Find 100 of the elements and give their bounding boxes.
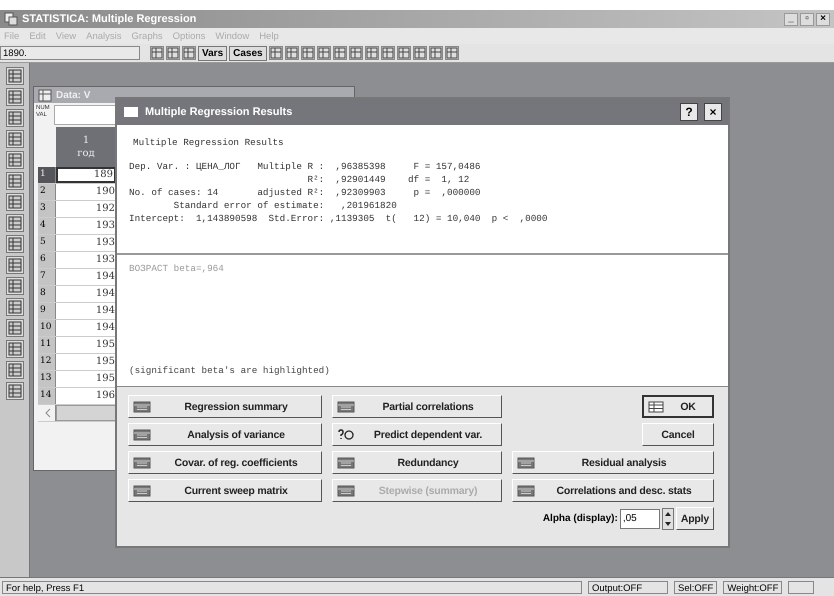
row-header[interactable]: 11 [38, 337, 56, 353]
table-cell: 196 [56, 388, 116, 404]
grid-icon[interactable] [332, 46, 347, 60]
row-header[interactable]: 2 [38, 184, 56, 200]
row-header[interactable]: 3 [38, 201, 56, 217]
grid-icon[interactable] [6, 67, 24, 85]
analysis-button[interactable]: Redundancy [332, 451, 502, 474]
table-cell: 194 [56, 286, 116, 302]
table-cell: 194 [56, 303, 116, 319]
window-icon [123, 106, 139, 118]
grid-icon[interactable] [6, 109, 24, 127]
results-line: Intercept: 1,143890598 Std.Error: ,1139305 t( 12) = 10,040 p < ,0000 [129, 212, 548, 225]
table-cell: 193 [56, 218, 116, 234]
row-header[interactable]: 8 [38, 286, 56, 302]
beta-note: (significant beta's are highlighted) [129, 365, 331, 376]
grid-icon[interactable] [6, 172, 24, 190]
alpha-field[interactable]: ,05 [620, 508, 660, 528]
beta-text: ВОЗРАСТ beta=,964 [129, 263, 225, 274]
grid-icon[interactable] [268, 46, 283, 60]
window-control-button[interactable]: _ [784, 12, 798, 26]
cancel-button[interactable]: Cancel [642, 423, 714, 446]
grid-icon[interactable] [6, 256, 24, 274]
analysis-button[interactable]: Correlations and desc. stats [512, 479, 714, 502]
grid-icon[interactable] [6, 151, 24, 169]
row-header[interactable]: 9 [38, 303, 56, 319]
column-header[interactable]: 1 год [56, 127, 116, 167]
status-panel: For help, Press F1 [2, 580, 582, 594]
cell-value-field[interactable]: 1890. [0, 46, 140, 60]
analysis-button[interactable]: Predict dependent var. [332, 423, 502, 446]
toolbar-button[interactable]: Vars [198, 46, 228, 60]
row-header[interactable]: 10 [38, 320, 56, 336]
row-header[interactable]: 14 [38, 388, 56, 404]
grid-icon[interactable] [6, 340, 24, 358]
grid-icon[interactable] [428, 46, 443, 60]
window-control-button[interactable]: × [816, 12, 830, 26]
scroll-left-icon[interactable] [44, 408, 52, 418]
grid-icon[interactable] [284, 46, 299, 60]
grid-icon[interactable] [316, 46, 331, 60]
results-line: R²: ,92901449 df = 1, 12 [306, 173, 470, 186]
grid-icon[interactable] [6, 88, 24, 106]
ok-button[interactable]: OK [642, 395, 714, 418]
window-control-button[interactable]: ▫ [800, 12, 814, 26]
spinner[interactable] [662, 508, 674, 530]
status-panel: Output:OFF [588, 580, 668, 594]
grid-icon[interactable] [166, 46, 180, 60]
analysis-button[interactable]: Analysis of variance [128, 423, 322, 446]
analysis-button[interactable]: Regression summary [128, 395, 322, 418]
table-cell: 195 [56, 354, 116, 370]
analysis-button[interactable]: Partial correlations [332, 395, 502, 418]
status-panel: Weight:OFF [723, 580, 782, 594]
row-header[interactable]: 12 [38, 354, 56, 370]
grid-icon[interactable] [6, 214, 24, 232]
results-line: Standard error of estimate: ,201961820 [172, 199, 398, 212]
row-header[interactable]: 4 [38, 218, 56, 234]
grid-icon[interactable] [364, 46, 379, 60]
results-line: Dep. Var. : ЦЕНА_ЛОГ Multiple R : ,96385398 F = 157,0486 [129, 160, 482, 173]
grid-icon[interactable] [380, 46, 395, 60]
grid-icon[interactable] [6, 235, 24, 253]
results-heading: Multiple Regression Results [133, 137, 285, 148]
status-panel [788, 580, 814, 594]
grid-icon[interactable] [6, 319, 24, 337]
grid-icon[interactable] [6, 277, 24, 295]
title-button[interactable]: ? [680, 103, 698, 121]
table-cell: 195 [56, 337, 116, 353]
table-icon [133, 456, 151, 468]
grid-icon[interactable] [396, 46, 411, 60]
analysis-button[interactable]: Current sweep matrix [128, 479, 322, 502]
title-button[interactable]: × [704, 103, 722, 121]
row-header[interactable]: 1 [38, 167, 56, 183]
table-icon [133, 428, 151, 440]
apply-button[interactable]: Apply [676, 507, 714, 530]
table-cell: 192 [56, 201, 116, 217]
grid-icon[interactable] [6, 382, 24, 400]
table-cell: 193 [56, 235, 116, 251]
table-icon [517, 484, 535, 496]
grid-icon[interactable] [6, 361, 24, 379]
row-header[interactable]: 6 [38, 252, 56, 268]
grid-icon[interactable] [6, 193, 24, 211]
grid-icon[interactable] [348, 46, 363, 60]
status-panel: Sel:OFF [674, 580, 718, 594]
grid-icon[interactable] [150, 46, 164, 60]
table-cell: 190 [56, 184, 116, 200]
table-icon [517, 456, 535, 468]
row-header[interactable]: 13 [38, 371, 56, 387]
data-window-title: Data: V [56, 90, 90, 100]
row-header[interactable]: 7 [38, 269, 56, 285]
horizontal-scrollbar[interactable] [56, 405, 116, 421]
grid-icon[interactable] [412, 46, 427, 60]
alpha-label: Alpha (display): [542, 513, 618, 524]
toolbar-button[interactable]: Cases [229, 46, 267, 60]
grid-icon[interactable] [300, 46, 315, 60]
row-header[interactable]: 5 [38, 235, 56, 251]
grid-icon[interactable] [444, 46, 459, 60]
grid-icon[interactable] [6, 130, 24, 148]
table-icon [337, 400, 355, 412]
analysis-button[interactable]: Covar. of reg. coefficients [128, 451, 322, 474]
grid-icon[interactable] [182, 46, 196, 60]
analysis-button[interactable]: Residual analysis [512, 451, 714, 474]
table-cell: 193 [56, 252, 116, 268]
grid-icon[interactable] [6, 298, 24, 316]
